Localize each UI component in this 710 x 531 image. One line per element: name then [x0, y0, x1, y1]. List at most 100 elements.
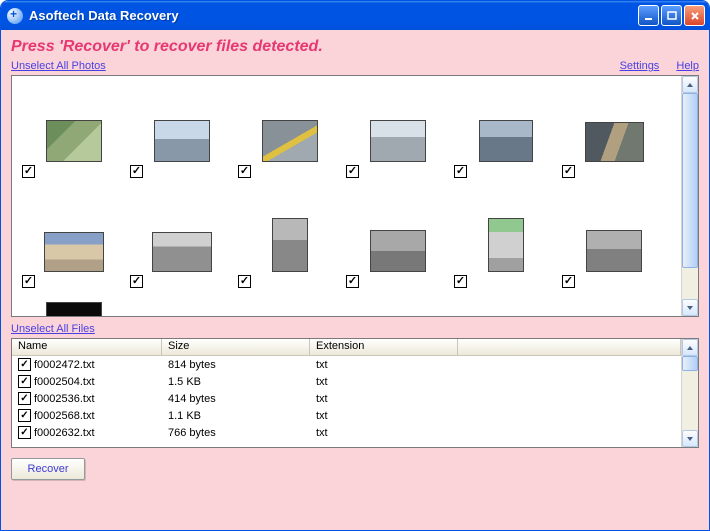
- file-links-row: Unselect All Files: [11, 317, 699, 338]
- thumbnail-image[interactable]: [586, 230, 642, 272]
- recover-button[interactable]: Recover: [11, 458, 85, 480]
- table-row[interactable]: f0002568.txt 1.1 KBtxt: [12, 407, 681, 424]
- column-name[interactable]: Name: [12, 339, 162, 355]
- settings-link[interactable]: Settings: [620, 60, 660, 72]
- app-icon: [7, 8, 23, 24]
- file-name-cell: f0002568.txt: [12, 409, 162, 422]
- instruction-text: Press 'Recover' to recover files detecte…: [11, 36, 699, 59]
- photo-thumbnail[interactable]: [452, 192, 560, 302]
- photo-links-row: Unselect All Photos Settings Help: [11, 59, 699, 75]
- file-rows: f0002472.txt814 bytestxt f0002504.txt 1.5 …: [12, 356, 681, 441]
- column-size[interactable]: Size: [162, 339, 310, 355]
- maximize-button[interactable]: [661, 5, 682, 26]
- file-checkbox[interactable]: [18, 409, 31, 422]
- photo-grid-viewport: [12, 76, 681, 316]
- file-name: f0002632.txt: [34, 427, 95, 439]
- scroll-up-button[interactable]: [682, 339, 698, 356]
- photo-checkbox[interactable]: [562, 275, 575, 288]
- photo-checkbox[interactable]: [562, 165, 575, 178]
- thumbnail-image[interactable]: [370, 120, 426, 162]
- photo-thumbnail[interactable]: [236, 192, 344, 302]
- file-name: f0002504.txt: [34, 376, 95, 388]
- file-table-header: Name Size Extension: [12, 339, 681, 356]
- file-name: f0002536.txt: [34, 393, 95, 405]
- photo-checkbox[interactable]: [346, 275, 359, 288]
- thumbnail-image[interactable]: [488, 218, 524, 272]
- app-window: Asoftech Data Recovery Press 'Recover' t…: [0, 0, 710, 531]
- photo-thumbnail[interactable]: [20, 302, 128, 316]
- thumbnail-image[interactable]: [585, 122, 644, 162]
- photo-checkbox[interactable]: [22, 165, 35, 178]
- column-extension[interactable]: Extension: [310, 339, 458, 355]
- photo-thumbnail[interactable]: [560, 82, 668, 192]
- thumbnail-image[interactable]: [479, 120, 533, 162]
- photo-checkbox[interactable]: [454, 275, 467, 288]
- thumbnail-image[interactable]: [44, 232, 104, 272]
- file-name-cell: f0002504.txt: [12, 375, 162, 388]
- file-checkbox[interactable]: [18, 392, 31, 405]
- photo-panel: [11, 75, 699, 317]
- photo-checkbox[interactable]: [238, 275, 251, 288]
- file-name-cell: f0002536.txt: [12, 392, 162, 405]
- photo-scrollbar[interactable]: [681, 76, 698, 316]
- file-name: f0002568.txt: [34, 410, 95, 422]
- file-extension: txt: [310, 393, 458, 405]
- photo-thumbnail[interactable]: [236, 82, 344, 192]
- photo-checkbox[interactable]: [454, 165, 467, 178]
- file-checkbox[interactable]: [18, 358, 31, 371]
- unselect-all-files-link[interactable]: Unselect All Files: [11, 323, 95, 335]
- titlebar[interactable]: Asoftech Data Recovery: [1, 1, 709, 30]
- photo-checkbox[interactable]: [22, 275, 35, 288]
- file-size: 766 bytes: [162, 427, 310, 439]
- photo-thumbnail[interactable]: [20, 192, 128, 302]
- file-size: 1.5 KB: [162, 376, 310, 388]
- table-row[interactable]: f0002536.txt 414 bytestxt: [12, 390, 681, 407]
- file-panel: Name Size Extension f0002472.txt814 byte…: [11, 338, 699, 448]
- table-row[interactable]: f0002632.txt 766 bytestxt: [12, 424, 681, 441]
- scroll-up-button[interactable]: [682, 76, 698, 93]
- thumbnail-image[interactable]: [272, 218, 308, 272]
- file-checkbox[interactable]: [18, 375, 31, 388]
- scroll-down-button[interactable]: [682, 430, 698, 447]
- unselect-all-photos-link[interactable]: Unselect All Photos: [11, 60, 106, 72]
- help-link[interactable]: Help: [676, 60, 699, 72]
- photo-thumbnail[interactable]: [560, 192, 668, 302]
- file-extension: txt: [310, 359, 458, 371]
- photo-checkbox[interactable]: [130, 165, 143, 178]
- photo-thumbnail[interactable]: [344, 82, 452, 192]
- window-title: Asoftech Data Recovery: [29, 8, 638, 23]
- thumbnail-image[interactable]: [46, 120, 102, 162]
- thumbnail-image[interactable]: [370, 230, 426, 272]
- file-extension: txt: [310, 376, 458, 388]
- photo-grid: [20, 82, 673, 316]
- photo-thumbnail[interactable]: [20, 82, 128, 192]
- content-area: Press 'Recover' to recover files detecte…: [1, 30, 709, 530]
- file-checkbox[interactable]: [18, 426, 31, 439]
- photo-thumbnail[interactable]: [344, 192, 452, 302]
- thumbnail-image[interactable]: [152, 232, 212, 272]
- scroll-down-button[interactable]: [682, 299, 698, 316]
- file-scrollbar[interactable]: [681, 339, 698, 447]
- file-name-cell: f0002472.txt: [12, 358, 162, 371]
- file-extension: txt: [310, 410, 458, 422]
- thumbnail-image[interactable]: [262, 120, 318, 162]
- photo-thumbnail[interactable]: [128, 192, 236, 302]
- file-extension: txt: [310, 427, 458, 439]
- photo-thumbnail[interactable]: [128, 82, 236, 192]
- photo-checkbox[interactable]: [238, 165, 251, 178]
- scroll-thumb[interactable]: [682, 356, 698, 371]
- file-size: 414 bytes: [162, 393, 310, 405]
- footer: Recover: [11, 448, 699, 480]
- thumbnail-image[interactable]: [154, 120, 210, 162]
- minimize-button[interactable]: [638, 5, 659, 26]
- scroll-thumb[interactable]: [682, 93, 698, 268]
- table-row[interactable]: f0002472.txt814 bytestxt: [12, 356, 681, 373]
- thumbnail-image[interactable]: [46, 302, 102, 316]
- column-blank[interactable]: [458, 339, 681, 355]
- table-row[interactable]: f0002504.txt 1.5 KBtxt: [12, 373, 681, 390]
- close-button[interactable]: [684, 5, 705, 26]
- file-size: 1.1 KB: [162, 410, 310, 422]
- photo-checkbox[interactable]: [130, 275, 143, 288]
- photo-checkbox[interactable]: [346, 165, 359, 178]
- photo-thumbnail[interactable]: [452, 82, 560, 192]
